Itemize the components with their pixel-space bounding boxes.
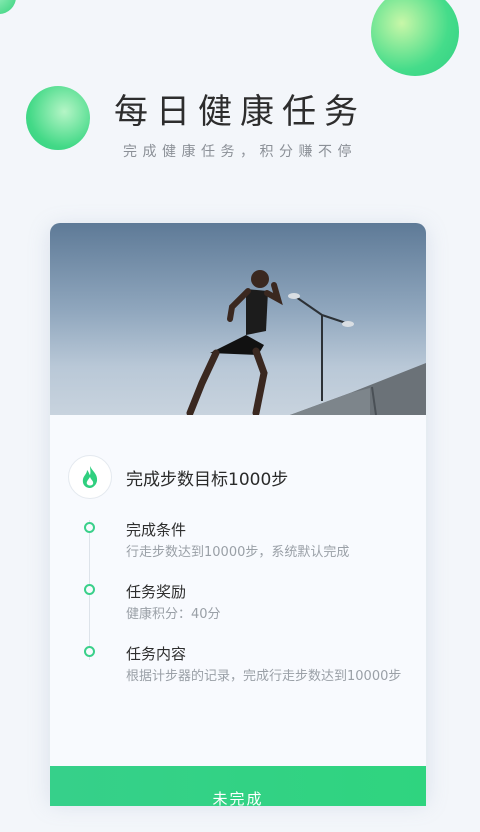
task-title: 完成步数目标1000步 xyxy=(126,470,289,490)
status-button[interactable]: 未完成 xyxy=(50,766,426,808)
reward-text: 健康积分：40分 xyxy=(126,607,221,622)
content-text: 根据计步器的记录，完成行走步数达到10000步 xyxy=(126,669,402,684)
reward-label: 任务奖励 xyxy=(126,583,187,601)
content-label: 任务内容 xyxy=(126,645,187,663)
task-icon-badge xyxy=(68,455,112,499)
page-title: 每日健康任务 xyxy=(114,92,366,132)
timeline-dot xyxy=(84,646,95,657)
flame-icon xyxy=(82,466,98,488)
condition-text: 行走步数达到10000步，系统默认完成 xyxy=(126,545,350,560)
decor-orb-top-left xyxy=(0,0,16,14)
condition-label: 完成条件 xyxy=(126,521,187,539)
timeline-dot xyxy=(84,522,95,533)
page-subtitle: 完成健康任务，积分赚不停 xyxy=(123,144,357,160)
timeline-dot xyxy=(84,584,95,595)
decor-orb-top-right xyxy=(371,0,459,76)
task-card: 完成步数目标1000步 完成条件 行走步数达到10000步，系统默认完成 任务奖… xyxy=(50,223,426,800)
runner-photo xyxy=(50,223,426,415)
